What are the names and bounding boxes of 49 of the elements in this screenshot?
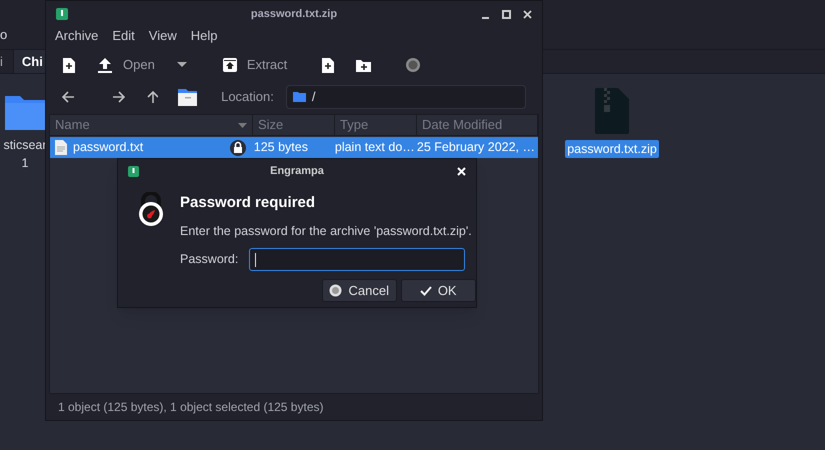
stop-icon[interactable]	[405, 57, 422, 73]
menu-item[interactable]: Archive	[55, 26, 98, 46]
cancel-button[interactable]: Cancel	[322, 279, 397, 302]
toolbar-button[interactable]: Open	[123, 55, 155, 75]
app-icon	[128, 166, 139, 176]
up-icon[interactable]	[146, 90, 158, 104]
stop-icon	[329, 284, 342, 298]
upload-icon[interactable]	[97, 57, 113, 73]
dialog-title: Engrampa	[270, 164, 324, 179]
new-file-icon[interactable]	[321, 58, 334, 72]
dialog-message: Enter the password for the archive 'password.txt.zip'.	[180, 222, 472, 240]
ok-button[interactable]: OK	[400, 279, 476, 302]
toolbar-text: o	[0, 26, 8, 44]
app-icon	[56, 8, 68, 20]
toolbar-button[interactable]: Extract	[246, 55, 288, 75]
dialog-heading: Password required	[180, 193, 316, 213]
text-file-icon	[55, 140, 67, 155]
dropdown-icon[interactable]	[176, 62, 187, 68]
menu-item[interactable]: Edit	[112, 26, 135, 46]
forward-icon[interactable]	[112, 91, 125, 103]
location-label: Location:	[221, 88, 274, 106]
file-label: 1	[20, 155, 30, 172]
table-row[interactable]: password.txt 125 bytes plain text do… 25 February 2022, …	[50, 137, 538, 158]
table-cell-text: plain text do…	[334, 139, 415, 156]
tab[interactable]: Chi	[14, 50, 45, 73]
password-field[interactable]	[249, 248, 466, 272]
file-label: sticsear	[2, 137, 48, 154]
table-cell-text: 125 bytes	[254, 139, 308, 156]
lock-icon	[136, 192, 166, 229]
field-label: Password:	[180, 251, 238, 268]
box-icon[interactable]	[222, 58, 237, 72]
menu-item[interactable]: View	[148, 26, 177, 46]
maximize-icon[interactable]	[502, 10, 511, 18]
new-folder-icon[interactable]	[356, 58, 372, 72]
file-name: password.txt	[73, 139, 144, 156]
status-text: 1 object (125 bytes), 1 object selected (125 bytes)	[58, 399, 324, 416]
sort-icon[interactable]	[238, 122, 247, 128]
back-icon[interactable]	[62, 91, 74, 103]
check-icon	[420, 286, 432, 296]
menu-item[interactable]: Help	[190, 26, 218, 46]
close-icon[interactable]	[523, 10, 532, 18]
folder-icon[interactable]	[178, 88, 198, 106]
file-label: password.txt.zip	[565, 140, 659, 158]
folder-icon	[292, 92, 306, 102]
new-file-icon[interactable]	[62, 58, 75, 72]
location-field[interactable]: /	[286, 85, 526, 109]
window-title: password.txt.zip	[250, 6, 338, 22]
text-cursor	[255, 252, 256, 267]
table-cell-text: 25 February 2022, …	[416, 139, 535, 156]
